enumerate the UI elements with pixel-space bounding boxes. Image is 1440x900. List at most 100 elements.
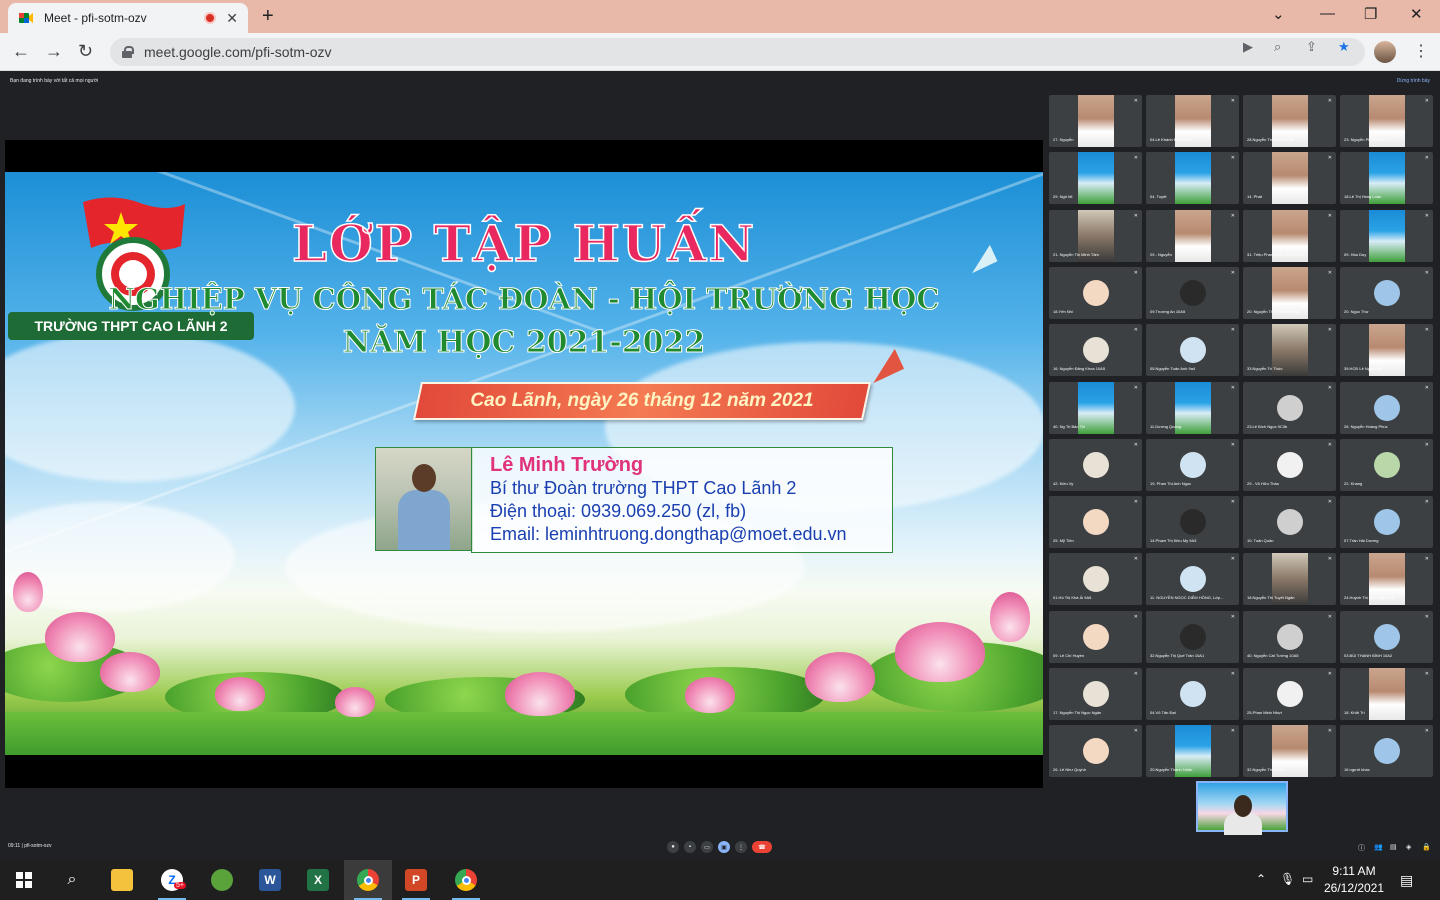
participant-tile[interactable]: ✕ 23.Lê Bích Ngọc 9C3b (1243, 381, 1336, 434)
participant-tile[interactable]: ✕ 16. Nguyễn Đăng Khoa 10A5 (1049, 324, 1142, 377)
address-bar[interactable]: meet.google.com/pfi-sotm-ozv (110, 38, 1365, 66)
participant-tile[interactable]: ✕ 39.HCĐ Lê Ngọc Anh (1340, 324, 1433, 377)
chat-icon[interactable]: ▤ (1390, 843, 1397, 851)
participant-tile[interactable]: ✕ 04.Lê Khánh Đan 10C2 (1146, 95, 1239, 147)
mic-icon[interactable]: ● (667, 841, 679, 853)
network-icon[interactable]: ▭ (1302, 872, 1313, 886)
participant-tile[interactable]: ✕ 32.Nguyễn Thị Quế Trân 10A1 (1146, 610, 1239, 663)
taskbar-powerpoint[interactable]: P (392, 860, 440, 900)
clock[interactable]: 9:11 AM 26/12/2021 (1318, 863, 1390, 897)
camera-icon[interactable]: ▪ (684, 841, 696, 853)
share-icon[interactable]: ⇪ (1306, 39, 1317, 55)
participant-tile[interactable]: ✕ 14.Phạm Thị Kiều My 9A3 (1146, 496, 1239, 549)
participant-tile[interactable]: ✕ 04.Võ Tấn Đạt (1146, 668, 1239, 720)
participant-tile[interactable]: ✕ 29 - Võ Hữu Thảo (1243, 438, 1336, 491)
taskbar-word[interactable]: W (246, 860, 294, 900)
excel-icon: X (307, 869, 329, 891)
participant-tile[interactable]: ✕ 11. NGUYỄN NGỌC DIỄM HỒNG, Lớp... (1146, 553, 1239, 606)
app-icon (211, 869, 233, 891)
participant-tile[interactable]: ✕ 18.Nguyễn Thị Tuyết Ngân (1243, 553, 1336, 606)
lock-host-icon[interactable]: 🔒 (1422, 843, 1431, 851)
participant-tile[interactable]: ✕ 25-Phan Minh Nhựt (1243, 668, 1336, 720)
camera-in-use-icon[interactable]: ▶ (1243, 39, 1253, 55)
participant-tile[interactable]: ✕ 40. Nguyễn Cát Tường 10A5 (1243, 610, 1336, 663)
participant-name: 01.Hồ Thị Khả Ái 9A5 (1053, 595, 1092, 601)
tab-close-icon[interactable]: ✕ (226, 10, 238, 27)
participant-tile[interactable]: ✕ 25. Mỹ Tiên (1049, 496, 1142, 549)
stop-presenting-button[interactable]: Dừng trình bày (1397, 78, 1430, 84)
participant-tile[interactable]: ✕ 09.Trương An 10A5 (1146, 266, 1239, 319)
participant-tile[interactable]: ✕ 32.Nguyễn Thị Trâm (1243, 725, 1336, 778)
participant-tile[interactable]: ✕ 28.Nguyễn Thị Thanh Thư (1243, 95, 1336, 147)
new-tab-button[interactable]: + (262, 5, 274, 28)
participant-tile[interactable]: ✕ 04. Tuyết (1146, 152, 1239, 205)
participant-tile[interactable]: ✕ 18. Khởi Trí (1340, 668, 1433, 720)
info-icon[interactable]: ⓘ (1358, 843, 1365, 853)
participant-tile[interactable]: ✕ 09. Hầu Duy (1340, 209, 1433, 262)
participant-tile[interactable]: ✕ 33.Nguyễn Trí Thức (1243, 324, 1336, 377)
reload-icon[interactable]: ↻ (78, 41, 93, 62)
participant-tile[interactable]: ✕ 19. Phan Thị Anh Ngọc (1146, 438, 1239, 491)
muted-mic-icon: ✕ (1327, 155, 1332, 162)
participant-tile[interactable]: ✕ 27. Nguyễn (1049, 95, 1142, 147)
back-icon[interactable]: ← (12, 41, 30, 62)
taskbar-file-explorer[interactable] (98, 860, 146, 900)
participant-tile[interactable]: ✕ 24.Huỳnh Thị Kim Ngân 9a5 (1340, 553, 1433, 606)
participant-tile[interactable]: ✕ 17. Nguyễn Thị Ngọc Ngân (1049, 668, 1142, 720)
present-icon[interactable]: ▣ (718, 841, 730, 853)
participant-tile[interactable]: ✕ 10. Tuấn Quân (1243, 496, 1336, 549)
taskbar-zalo[interactable]: Z 5+ (148, 860, 196, 900)
zoom-icon[interactable]: ⌕ (1274, 39, 1281, 55)
tab-search-icon[interactable]: ⌄ (1272, 5, 1285, 23)
notifications-icon[interactable]: ▤ (1400, 872, 1413, 889)
minimize-icon[interactable]: — (1320, 5, 1335, 22)
activities-icon[interactable]: ◈ (1406, 843, 1411, 851)
participant-tile[interactable]: ✕ 26. Nguyễn Hoàng Phúc (1340, 381, 1433, 434)
participant-tile[interactable]: ✕ 01.Hồ Thị Khả Ái 9A5 (1049, 553, 1142, 606)
leave-call-button[interactable]: ☎ (752, 841, 772, 853)
participant-tile[interactable]: ✕ 40. Ng Trị Bảo Thi (1049, 381, 1142, 434)
forward-icon[interactable]: → (45, 41, 63, 62)
participant-avatar (1373, 738, 1400, 765)
participant-tile[interactable]: ✕ 09. Lê Chí Huyền (1049, 610, 1142, 663)
tray-chevron-icon[interactable]: ⌃ (1256, 872, 1266, 886)
participant-tile[interactable]: ✕ 20. Nguyễn Thị Thanh Hương (1243, 266, 1336, 319)
mic-tray-icon[interactable]: 🎙 (1280, 872, 1295, 886)
participant-tile[interactable]: ✕ 05.Nguyễn Tuấn Anh 9a4 (1146, 324, 1239, 377)
people-icon[interactable]: 👥 (1374, 843, 1383, 851)
muted-mic-icon: ✕ (1424, 155, 1429, 162)
participant-tile[interactable]: ✕ 18.Lê Thị Hồng Loan (1340, 152, 1433, 205)
taskbar-app[interactable] (198, 860, 246, 900)
participant-tile[interactable]: ✕ 31. Triệu Phạm Minh Thư 10A3 (1243, 209, 1336, 262)
start-button[interactable] (0, 860, 48, 900)
participant-tile[interactable]: ✕ 42. Kiều Vy (1049, 438, 1142, 491)
taskbar-chrome-active[interactable] (344, 860, 392, 900)
participant-tile[interactable]: ✕ 16 người khác (1340, 725, 1433, 778)
participant-tile[interactable]: ✕ 11.Dương Quang (1146, 381, 1239, 434)
search-button[interactable]: ⌕ (48, 860, 96, 900)
participant-tile[interactable]: ✕ 14. Phát (1243, 152, 1336, 205)
tab-meet[interactable]: Meet - pfi-sotm-ozv ✕ (8, 3, 248, 33)
menu-icon[interactable]: ⋮ (1413, 41, 1429, 61)
bookmark-star-icon[interactable]: ★ (1338, 39, 1350, 55)
participant-tile[interactable]: ✕ 29 - Nguyễn (1146, 209, 1239, 262)
participant-tile[interactable]: ✕ 29. Ngô Mi (1049, 152, 1142, 205)
taskbar-excel[interactable]: X (294, 860, 342, 900)
self-view-tile[interactable] (1196, 781, 1288, 835)
captions-icon[interactable]: ▭ (701, 841, 713, 853)
participant-tile[interactable]: ✕ 22. Khang (1340, 438, 1433, 491)
restore-icon[interactable]: ❐ (1364, 5, 1377, 23)
muted-mic-icon: ✕ (1230, 212, 1235, 219)
more-options-icon[interactable]: ⋮ (735, 841, 747, 853)
profile-avatar[interactable] (1374, 41, 1396, 63)
participant-tile[interactable]: ✕ 23. Nguyễn Phúc Thịnh (1340, 95, 1433, 147)
participant-tile[interactable]: ✕ 26. Lê Như Quỳnh (1049, 725, 1142, 778)
taskbar-chrome[interactable] (442, 860, 490, 900)
close-window-icon[interactable]: ✕ (1410, 5, 1423, 23)
participant-tile[interactable]: ✕ 03.BÙI THANH BÌNH 10A2 (1340, 610, 1433, 663)
participant-tile[interactable]: ✕ 20. Ngọc Thư (1340, 266, 1433, 319)
participant-tile[interactable]: ✕ 20.Nguyễn Thành Nhân (1146, 725, 1239, 778)
participant-tile[interactable]: ✕ 21. Nguyễn Thị Minh Tâm (1049, 209, 1142, 262)
participant-tile[interactable]: ✕ 07.Trần Hải Dương (1340, 496, 1433, 549)
participant-tile[interactable]: ✕ 18.Yến Nhi (1049, 266, 1142, 319)
